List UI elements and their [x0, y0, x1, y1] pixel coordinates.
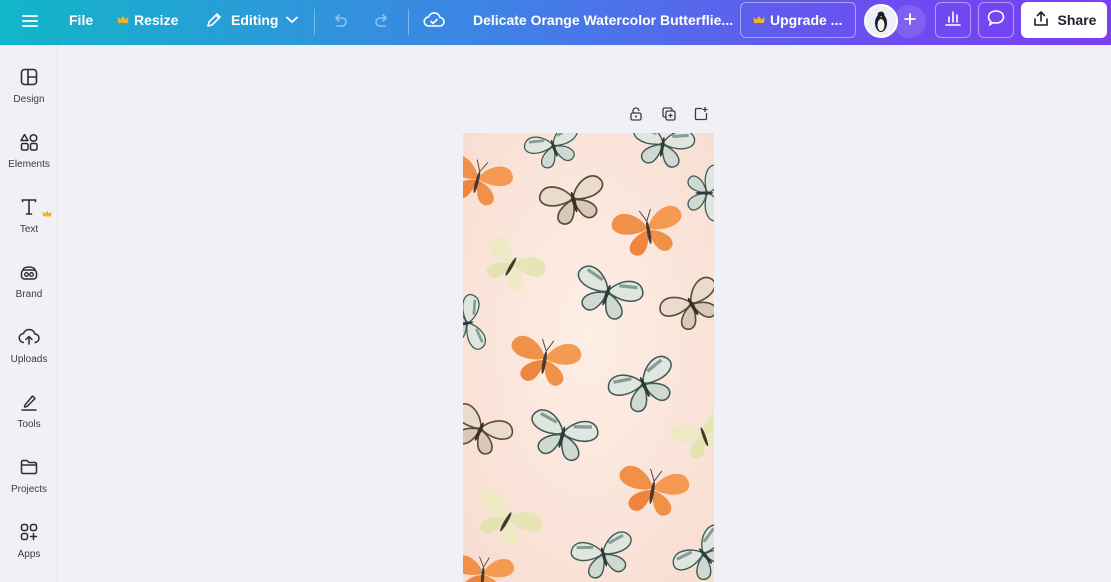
menu-button[interactable]: [21, 12, 39, 30]
premium-crown-icon: [42, 205, 52, 223]
sidebar-item-text[interactable]: Text: [0, 195, 58, 255]
comment-icon: [986, 8, 1006, 33]
sidebar-item-label: Brand: [15, 289, 43, 300]
sidebar-item-label: Projects: [10, 484, 48, 495]
lock-icon: [628, 106, 644, 127]
upgrade-label: Upgrade ...: [770, 12, 843, 28]
hamburger-icon: [21, 12, 39, 30]
left-sidebar: Design Elements Text Brand Uploads Tools: [0, 45, 58, 582]
editing-label: Editing: [231, 12, 279, 28]
design-canvas[interactable]: [463, 133, 714, 582]
top-toolbar: File Resize Editing Delicate Orange Wate…: [0, 0, 1111, 45]
sidebar-item-brand[interactable]: Brand: [0, 260, 58, 320]
chevron-down-icon: [286, 16, 299, 24]
crown-icon: [117, 15, 129, 25]
undo-button[interactable]: [331, 12, 349, 30]
sidebar-item-label: Elements: [8, 159, 50, 170]
sidebar-item-projects[interactable]: Projects: [0, 455, 58, 515]
sidebar-item-apps[interactable]: Apps: [0, 520, 58, 580]
elements-icon: [17, 130, 41, 154]
sidebar-item-uploads[interactable]: Uploads: [0, 325, 58, 385]
add-page-icon: [693, 106, 709, 127]
text-icon: [17, 195, 41, 219]
file-menu-button[interactable]: File: [69, 12, 93, 28]
avatar[interactable]: [864, 4, 898, 38]
bar-chart-icon: [944, 9, 962, 32]
editing-mode-dropdown[interactable]: Editing: [205, 11, 299, 29]
comments-button[interactable]: [978, 2, 1014, 38]
crown-icon: [753, 12, 765, 28]
lock-page-button[interactable]: [627, 106, 645, 127]
sidebar-item-label: Uploads: [10, 354, 48, 365]
sidebar-item-tools[interactable]: Tools: [0, 390, 58, 450]
resize-label: Resize: [134, 12, 179, 28]
share-button[interactable]: Share: [1021, 2, 1107, 38]
sidebar-item-label: Tools: [17, 419, 41, 430]
pencil-icon: [205, 11, 223, 29]
design-icon: [17, 65, 41, 89]
sidebar-item-elements[interactable]: Elements: [0, 130, 58, 190]
cloud-check-icon: [423, 11, 445, 29]
sidebar-item-label: Text: [19, 224, 39, 235]
undo-icon: [331, 12, 349, 30]
redo-button[interactable]: [373, 12, 391, 30]
share-label: Share: [1057, 12, 1097, 28]
sidebar-item-label: Design: [13, 94, 45, 105]
file-label: File: [69, 12, 94, 28]
toolbar-divider: [314, 9, 315, 35]
insights-button[interactable]: [935, 2, 971, 38]
tools-icon: [17, 390, 41, 414]
upgrade-button[interactable]: Upgrade ...: [740, 2, 856, 38]
duplicate-page-button[interactable]: [660, 106, 678, 127]
document-title[interactable]: Delicate Orange Watercolor Butterflie...: [473, 12, 733, 28]
sidebar-item-label: Apps: [17, 549, 41, 560]
brand-icon: [17, 260, 41, 284]
sidebar-item-design[interactable]: Design: [0, 65, 58, 125]
share-upload-icon: [1032, 10, 1050, 31]
folder-icon: [17, 455, 41, 479]
resize-button[interactable]: Resize: [117, 12, 178, 28]
apps-icon: [17, 520, 41, 544]
redo-icon: [373, 12, 391, 30]
butterfly-pattern-image: [463, 133, 714, 582]
add-page-button[interactable]: [692, 106, 710, 127]
save-status-button[interactable]: [423, 11, 445, 29]
uploads-icon: [17, 325, 41, 349]
duplicate-icon: [661, 106, 677, 127]
toolbar-divider: [408, 9, 409, 35]
plus-icon: [903, 12, 917, 31]
